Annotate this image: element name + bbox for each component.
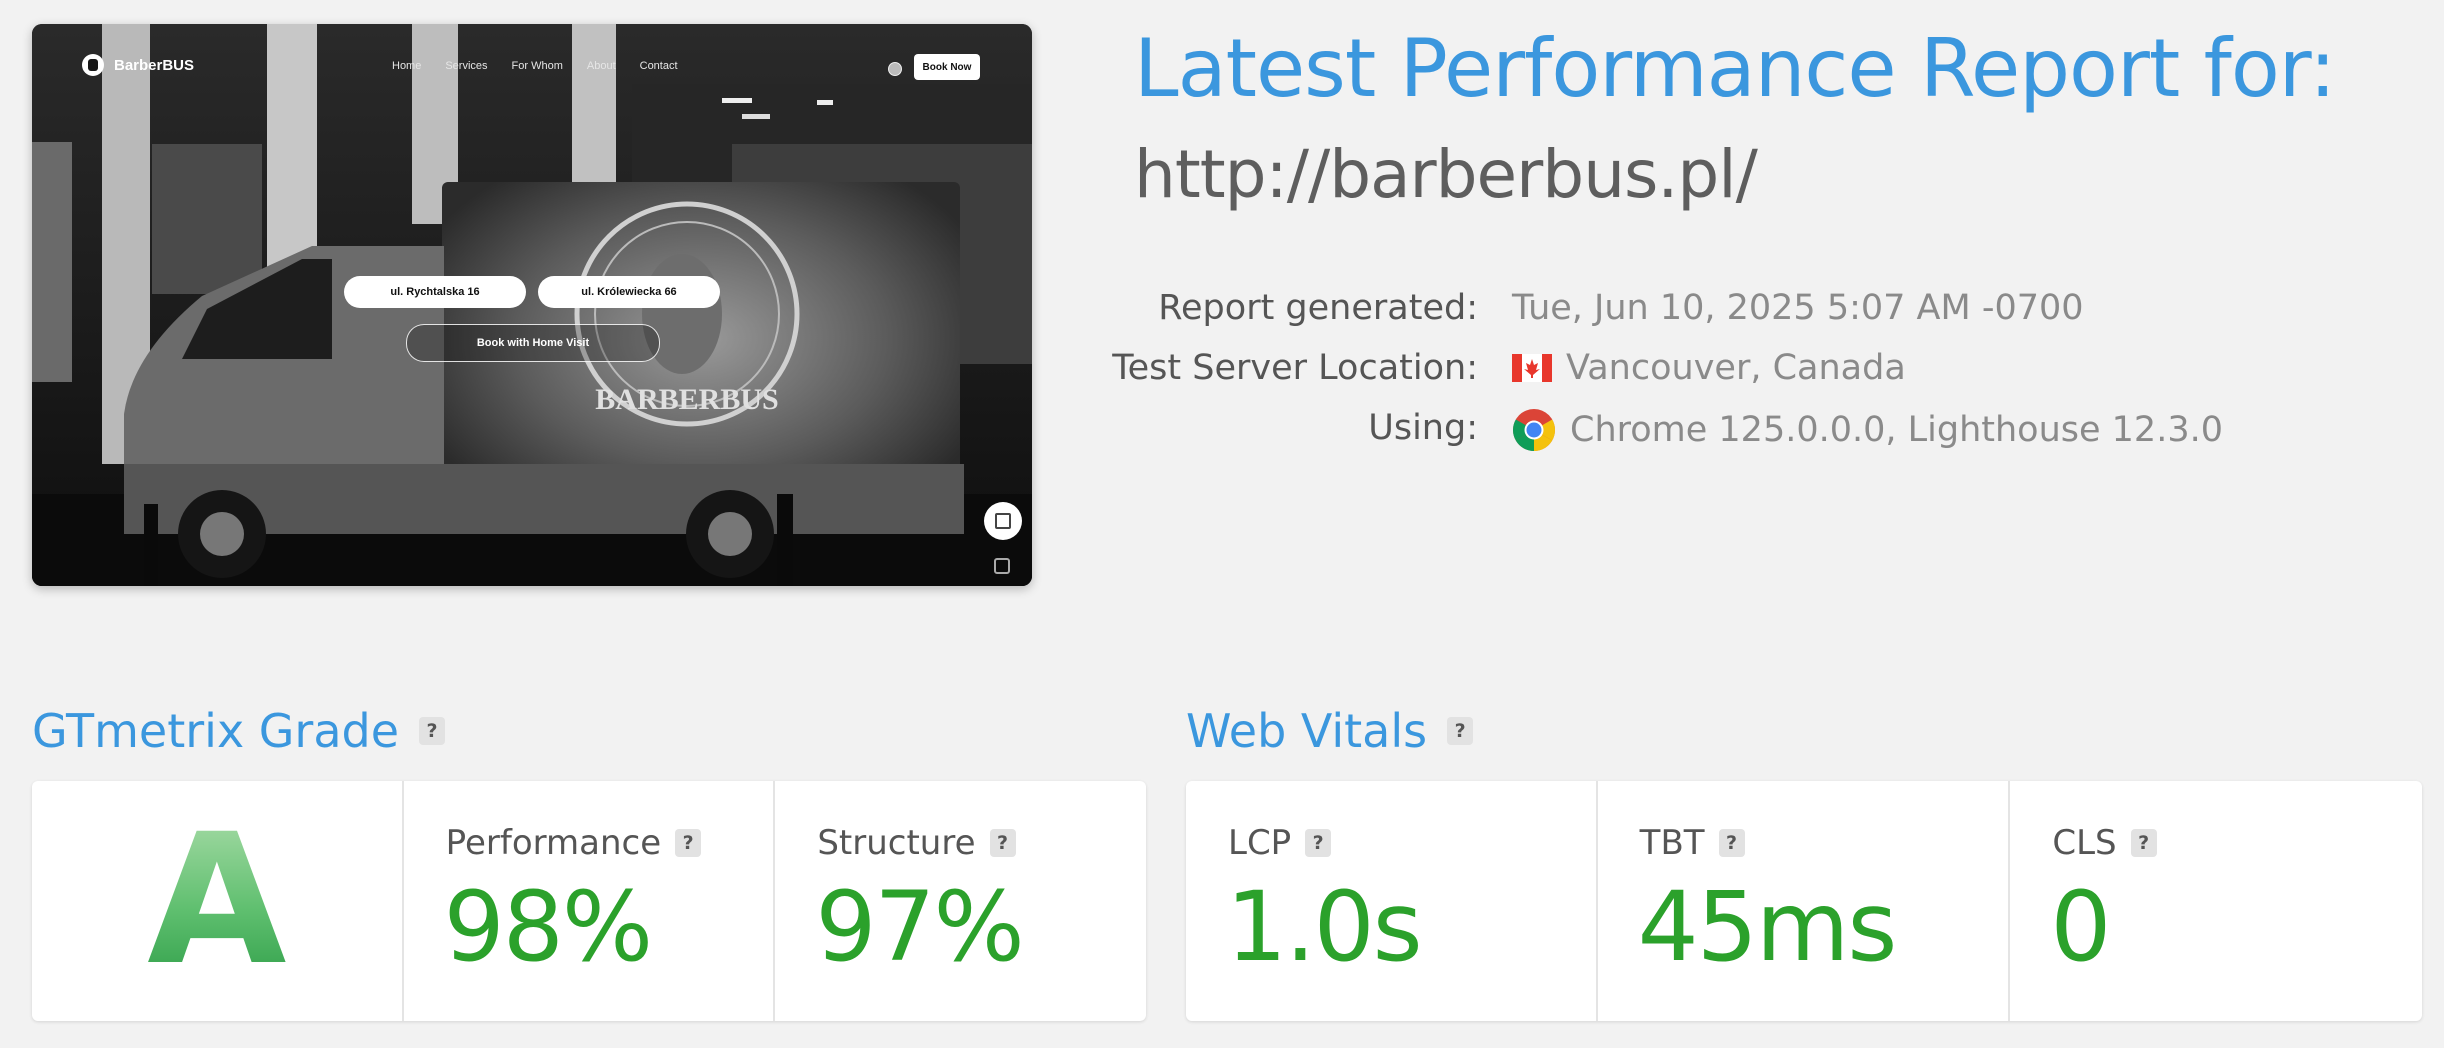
chrome-icon <box>1512 409 1556 451</box>
report-meta: Report generated: Tue, Jun 10, 2025 5:07… <box>1000 288 2420 468</box>
cls-help-icon[interactable]: ? <box>2130 829 2157 857</box>
structure-cell: Structure ? 97% <box>775 781 1146 1021</box>
performance-help-icon[interactable]: ? <box>675 829 702 857</box>
tbt-cell: TBT ? 45ms <box>1598 781 2011 1021</box>
gtmetrix-grade-heading: GTmetrix Grade ? <box>32 704 446 758</box>
performance-label-row: Performance ? <box>445 823 702 863</box>
tbt-label-row: TBT ? <box>1640 823 1745 863</box>
grade-help-icon[interactable]: ? <box>419 717 446 745</box>
structure-value: 97% <box>815 871 1024 983</box>
site-logo[interactable]: BarberBUS <box>82 54 194 76</box>
calendar-icon[interactable] <box>984 502 1022 540</box>
meta-value-using: Chrome 125.0.0.0, Lighthouse 12.3.0 <box>1512 408 2223 452</box>
lcp-label-row: LCP ? <box>1228 823 1332 863</box>
structure-help-icon[interactable]: ? <box>989 829 1016 857</box>
performance-cell: Performance ? 98% <box>404 781 776 1021</box>
lcp-help-icon[interactable]: ? <box>1305 829 1332 857</box>
barber-logo-icon <box>82 54 104 76</box>
report-title: Latest Performance Report for: <box>1134 22 2336 115</box>
cls-label-row: CLS ? <box>2052 823 2157 863</box>
home-visit-button[interactable]: Book with Home Visit <box>406 324 660 362</box>
site-nav-home[interactable]: Home <box>392 60 421 72</box>
cls-label: CLS <box>2052 823 2117 863</box>
grade-value: A <box>147 796 287 1005</box>
site-nav-services[interactable]: Services <box>445 60 487 72</box>
tbt-value: 45ms <box>1637 871 1898 983</box>
language-globe-icon[interactable] <box>888 62 902 76</box>
web-vitals-title: Web Vitals <box>1186 704 1428 758</box>
site-book-now-button[interactable]: Book Now <box>914 54 980 80</box>
site-screenshot: BARBERBUS BarberBUS Home Services For Wh… <box>32 24 1032 586</box>
structure-label: Structure <box>817 823 976 863</box>
meta-label-using: Using: <box>1368 408 1478 448</box>
lcp-cell: LCP ? 1.0s <box>1186 781 1598 1021</box>
meta-label-generated: Report generated: <box>1158 288 1478 328</box>
site-nav-links: Home Services For Whom About Contact <box>392 60 678 72</box>
browser-info: Chrome 125.0.0.0, Lighthouse 12.3.0 <box>1570 410 2223 450</box>
vitals-help-icon[interactable]: ? <box>1447 717 1474 745</box>
lcp-value: 1.0s <box>1226 871 1423 983</box>
cls-cell: CLS ? 0 <box>2010 781 2422 1021</box>
performance-value: 98% <box>443 871 653 983</box>
meta-value-location: Vancouver, Canada <box>1512 348 1906 388</box>
tbt-label: TBT <box>1639 823 1705 863</box>
performance-label: Performance <box>445 823 662 863</box>
cls-value: 0 <box>2050 871 2111 983</box>
meta-label-location: Test Server Location: <box>1112 348 1478 388</box>
meta-row-location: Test Server Location: Vancouver, Canada <box>1000 348 2420 408</box>
grade-cell: A <box>32 781 404 1021</box>
tbt-help-icon[interactable]: ? <box>1718 829 1745 857</box>
web-vitals-heading: Web Vitals ? <box>1186 704 1474 758</box>
gtmetrix-grade-card: A Performance ? 98% Structure ? 97% <box>32 781 1146 1021</box>
web-vitals-card: LCP ? 1.0s TBT ? 45ms CLS ? 0 <box>1186 781 2422 1021</box>
site-nav-about[interactable]: About <box>587 60 616 72</box>
meta-row-generated: Report generated: Tue, Jun 10, 2025 5:07… <box>1000 288 2420 348</box>
meta-value-generated: Tue, Jun 10, 2025 5:07 AM -0700 <box>1512 288 2084 328</box>
site-navbar: BarberBUS Home Services For Whom About C… <box>32 24 1032 110</box>
site-brand-name: BarberBUS <box>114 56 195 74</box>
site-nav-for-whom[interactable]: For Whom <box>512 60 563 72</box>
canada-flag-icon <box>1512 354 1552 382</box>
grade-letter: A <box>32 781 402 1021</box>
instagram-icon[interactable] <box>994 558 1010 574</box>
server-location: Vancouver, Canada <box>1566 348 1906 388</box>
van-logo-text: BARBERBUS <box>595 383 778 416</box>
report-url[interactable]: http://barberbus.pl/ <box>1134 136 1758 213</box>
gtmetrix-grade-title: GTmetrix Grade <box>32 704 400 758</box>
site-nav-contact[interactable]: Contact <box>640 60 678 72</box>
lcp-label: LCP <box>1228 823 1292 863</box>
structure-label-row: Structure ? <box>817 823 1016 863</box>
report-date: Tue, Jun 10, 2025 5:07 AM -0700 <box>1512 288 2084 328</box>
location-button-krolewiecka[interactable]: ul. Królewiecka 66 <box>538 276 720 308</box>
meta-row-using: Using: Chrome 125.0.0.0, Lighthouse 12.3… <box>1000 408 2420 468</box>
location-button-rychtalska[interactable]: ul. Rychtalska 16 <box>344 276 526 308</box>
